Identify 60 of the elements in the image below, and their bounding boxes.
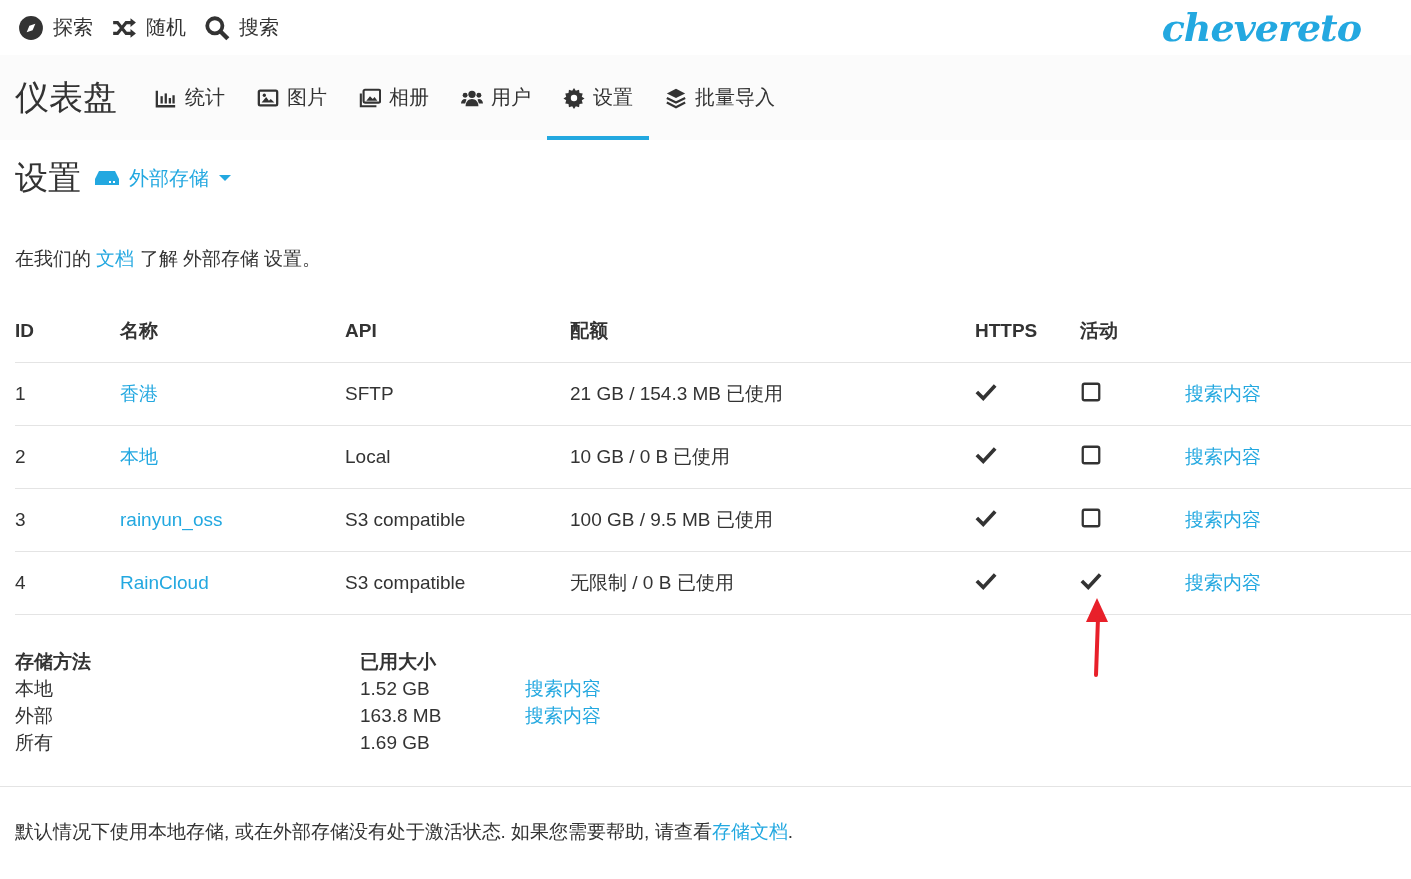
column-header: 名称 [120,319,159,343]
nav-tab[interactable]: 统计 [139,55,241,140]
table-cell-text: 10 GB / 0 B 已使用 [570,445,732,469]
column-header: 存储方法 [15,650,92,674]
search-content-link[interactable]: 搜索内容 [1185,572,1261,593]
top-nav-link[interactable]: 搜索 [204,14,279,41]
storage-name-link[interactable]: RainCloud [120,572,345,594]
search-content-link[interactable]: 搜索内容 [1185,509,1261,530]
table-cell-text: S3 compatible [345,572,467,594]
table-cell-text: 1 [15,383,27,405]
table-cell-text: 3 [15,509,27,531]
caret-icon [219,174,231,182]
search-content-link[interactable]: 搜索内容 [525,678,601,699]
table-cell-text: 2 [15,446,27,468]
table-cell-text: S3 compatible [345,509,467,531]
section-dropdown[interactable]: 外部存储 [95,164,231,192]
table-cell-text: 100 GB / 9.5 MB 已使用 [570,508,774,532]
table-cell-text: 无限制 / 0 B 已使用 [570,571,735,595]
column-header: API [345,320,378,342]
storage-name-link[interactable]: rainyun_oss [120,509,345,531]
table-cell-text: SFTP [345,383,395,405]
intro-text: 在我们的 文档 了解 外部存储 设置。 [15,247,323,271]
dashboard-title: 仪表盘 [15,76,117,118]
search-content-link[interactable]: 搜索内容 [1185,383,1261,404]
column-header: 配额 [570,319,609,343]
table-cell-text: 21 GB / 154.3 MB 已使用 [570,382,785,406]
table-cell-text: 1.69 GB [360,731,431,755]
top-nav-link[interactable]: 随机 [111,14,186,41]
column-header: 活动 [1080,319,1119,343]
layers-icon [665,86,687,109]
storage-name-link[interactable]: 本地 [120,444,345,470]
logo[interactable]: chevereto [1161,5,1361,50]
nav-tab[interactable]: 设置 [547,55,649,140]
column-header: HTTPS [975,320,1039,342]
table-cell-text: 外部 [15,704,54,728]
table-cell-text: Local [345,446,392,468]
table-cell-text: 4 [15,572,27,594]
explore-icon [18,14,44,41]
table-cell-text: 所有 [15,731,54,755]
page-title: 设置 [15,157,81,198]
search-icon [204,14,230,41]
table-cell-text: 1.52 GB [360,677,431,701]
search-content-link[interactable]: 搜索内容 [525,705,601,726]
storage-name-link[interactable]: 香港 [120,381,345,407]
column-header: 已用大小 [360,650,437,674]
column-header: ID [15,320,35,342]
images-icon [359,86,381,109]
search-content-link[interactable]: 搜索内容 [1185,446,1261,467]
nav-tab[interactable]: 批量导入 [649,55,791,140]
drive-icon [95,170,119,186]
nav-tab[interactable]: 用户 [445,55,547,140]
top-nav-link[interactable]: 探索 [18,14,93,41]
footer-text: 默认情况下使用本地存储, 或在外部存储没有处于激活状态. 如果您需要帮助, 请查看存储文档. [15,820,794,844]
nav-tab[interactable]: 相册 [343,55,445,140]
nav-tab[interactable]: 图片 [241,55,343,140]
table-cell-text: 163.8 MB [360,704,443,728]
storage-docs-link[interactable]: 存储文档 [711,821,788,842]
settings-icon [563,86,585,109]
table-cell-text: 本地 [15,677,54,701]
docs-link[interactable]: 文档 [96,248,135,269]
